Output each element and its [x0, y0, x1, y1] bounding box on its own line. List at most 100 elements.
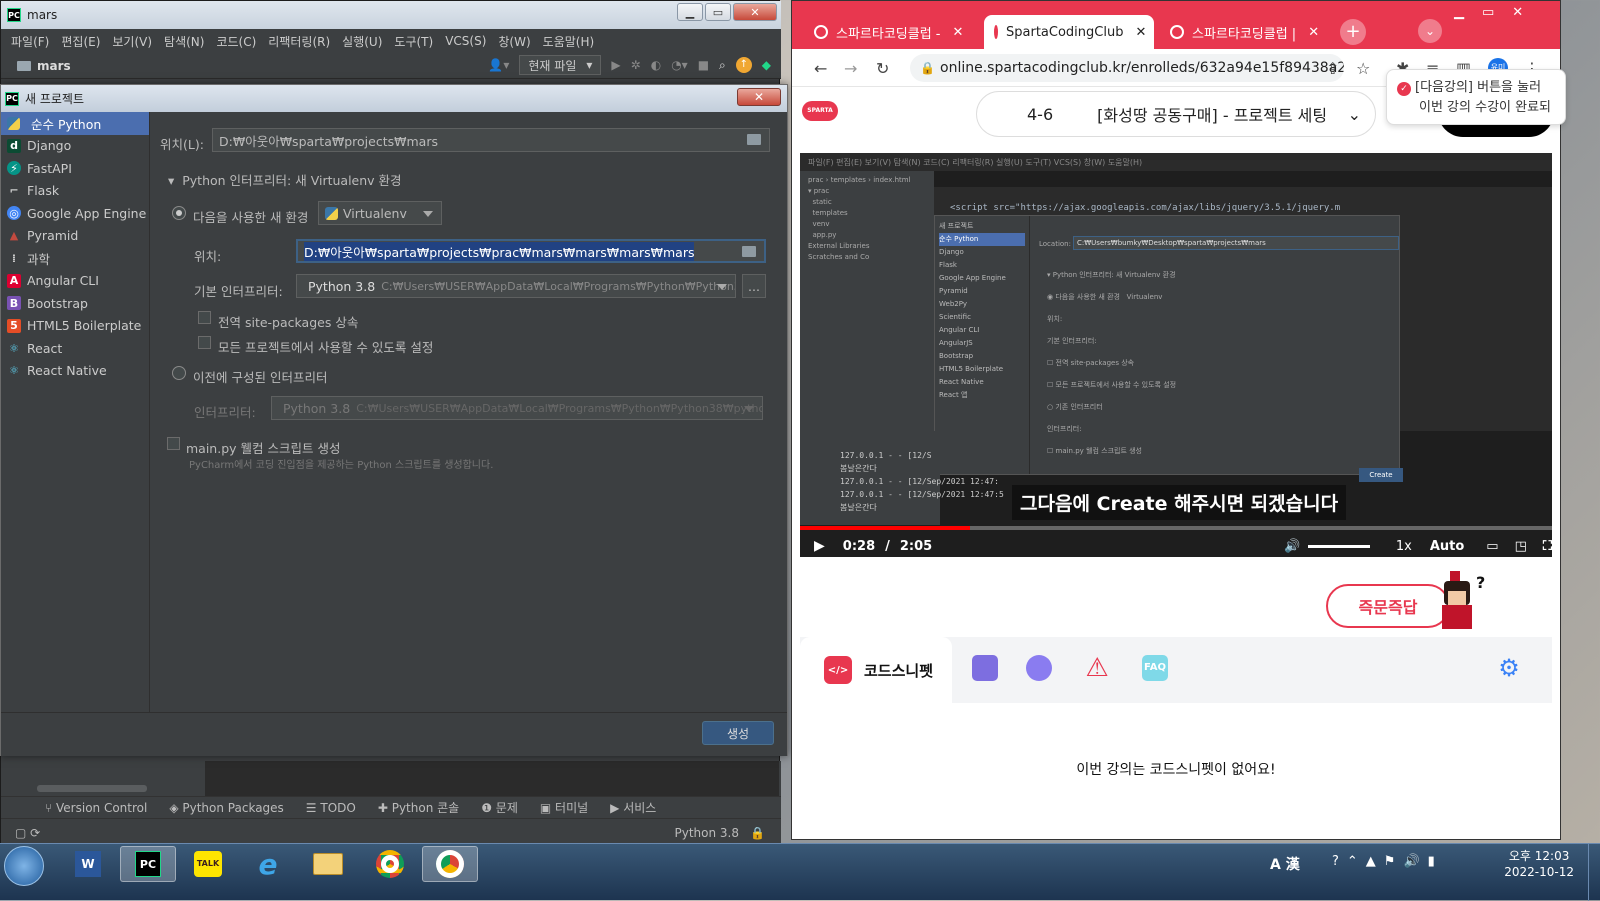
volume-slider[interactable] [1308, 544, 1370, 548]
project-breadcrumb[interactable]: mars [37, 59, 71, 73]
taskbar-chrome-icon[interactable] [362, 846, 418, 882]
project-type-scientific[interactable]: ⁞ 과학 [1, 247, 149, 270]
menu-tools[interactable]: 도구(T) [394, 33, 433, 50]
tool-terminal[interactable]: ▣ 터미널 [540, 799, 588, 816]
menu-file[interactable]: 파일(F) [11, 33, 49, 50]
pip-icon[interactable]: ◳ [1515, 539, 1527, 554]
project-type-pyramid[interactable]: ▲ Pyramid [1, 225, 149, 248]
interpreter-section-toggle[interactable]: ▾ Python 인터프리터: 새 Virtualenv 환경 [168, 170, 402, 189]
taskbar-explorer-icon[interactable] [300, 846, 356, 882]
project-type-flask[interactable]: ⌐ Flask [1, 180, 149, 203]
horizontal-scrollbar[interactable] [37, 785, 147, 792]
menu-refactor[interactable]: 리팩터링(R) [268, 33, 330, 50]
update-icon[interactable]: ↑ [735, 57, 752, 73]
lock-icon[interactable]: 🔒 [750, 826, 765, 840]
tool-python-console[interactable]: ✚ Python 콘솔 [378, 799, 459, 816]
tab-close-icon[interactable]: ✕ [1135, 25, 1146, 40]
new-env-radio[interactable] [172, 206, 186, 220]
tool-version-control[interactable]: ⑂ Version Control [45, 801, 147, 815]
run-icon[interactable]: ▶ [611, 58, 620, 72]
reload-icon[interactable]: ↻ [876, 59, 889, 78]
start-button-icon[interactable] [4, 846, 44, 886]
dialog-close-button[interactable]: ✕ [737, 88, 781, 106]
url-bar[interactable]: 🔒 online.spartacodingclub.kr/enrolleds/6… [910, 54, 1344, 82]
menu-navigate[interactable]: 탐색(N) [164, 33, 204, 50]
browser-tab-2[interactable]: SpartaCodingClub ✕ [984, 15, 1154, 49]
project-type-django[interactable]: d Django [1, 135, 149, 158]
stop-icon[interactable]: ■ [698, 58, 709, 72]
ask-question-button[interactable]: 즉문즉답 [1326, 584, 1450, 628]
interpreter-select[interactable]: Python 3.8 C:₩Users₩USER₩AppData₩Local₩Pr… [271, 396, 763, 420]
share-icon[interactable]: ⇪ [1326, 59, 1339, 78]
menu-window[interactable]: 창(W) [498, 33, 530, 50]
project-type-google-app-engine[interactable]: ◎ Google App Engine [1, 202, 149, 225]
tool-python-packages[interactable]: ◈ Python Packages [169, 801, 283, 815]
fullscreen-icon[interactable]: ⛶ [1543, 539, 1552, 554]
back-icon[interactable]: ← [814, 59, 827, 78]
user-icon[interactable]: 👤▾ [488, 58, 509, 72]
tab-search-icon[interactable]: ⌄ [1418, 19, 1442, 43]
browse-folder-icon[interactable] [747, 134, 761, 145]
interpreter-status[interactable]: Python 3.8 [675, 826, 740, 840]
tab-close-icon[interactable]: ✕ [1308, 25, 1319, 40]
taskbar-chrome-active-icon[interactable] [422, 846, 478, 882]
coverage-icon[interactable]: ◐ [651, 58, 661, 72]
debug-icon[interactable]: ✲ [631, 58, 641, 72]
system-tray-icons[interactable]: ?⌃▲⚑🔊▮ [1332, 854, 1443, 869]
create-button[interactable]: 생성 [702, 721, 774, 745]
taskbar-word-icon[interactable]: W [60, 846, 116, 882]
minimize-button[interactable]: ▁ [677, 3, 703, 21]
lecture-video[interactable]: 파일(F) 편집(E) 보기(V) 탐색(N) 코드(C) 리팩터링(R) 실행… [800, 153, 1552, 557]
sparta-logo[interactable]: SPARTA [802, 101, 838, 121]
menu-help[interactable]: 도움말(H) [543, 33, 595, 50]
project-type-html5-boilerplate[interactable]: 5 HTML5 Boilerplate [1, 315, 149, 338]
settings-gear-icon[interactable]: ⚙ [1496, 655, 1522, 681]
video-progress-bar[interactable] [800, 526, 1552, 530]
search-icon[interactable]: ⌕ [719, 58, 726, 73]
speed-button[interactable]: 1x [1396, 539, 1412, 554]
project-type-bootstrap[interactable]: B Bootstrap [1, 292, 149, 315]
show-desktop-button[interactable] [1588, 844, 1600, 901]
system-clock[interactable]: 오후 12:03 2022-10-12 [1504, 848, 1574, 880]
close-button[interactable]: ✕ [733, 3, 777, 21]
project-type-pure-python[interactable]: 순수 Python [1, 112, 149, 135]
browse-interpreter-button[interactable]: ... [742, 274, 766, 298]
maximize-button[interactable]: ▭ [705, 3, 731, 21]
tab-code-snippet[interactable]: </> 코드스니펫 [800, 637, 952, 703]
faq-icon[interactable]: FAQ [1142, 655, 1168, 681]
pycharm-titlebar[interactable]: PC mars ▁ ▭ ✕ [1, 1, 781, 29]
taskbar-kakaotalk-icon[interactable]: TALK [180, 846, 236, 882]
captions-icon[interactable]: ▭ [1486, 539, 1498, 554]
warning-icon[interactable]: ⚠ [1084, 655, 1110, 681]
tool-services[interactable]: ▶ 서비스 [610, 799, 656, 816]
new-tab-icon[interactable]: + [1340, 19, 1366, 45]
tool-todo[interactable]: ☰ TODO [306, 801, 356, 815]
lecture-selector[interactable]: 4-6 [화성땅 공동구매] - 프로젝트 세팅 ⌄ [976, 91, 1376, 137]
browse-folder-icon[interactable] [742, 246, 756, 257]
menu-run[interactable]: 실행(U) [342, 33, 382, 50]
run-config-select[interactable]: 현재 파일 ▾ [519, 55, 602, 75]
menu-vcs[interactable]: VCS(S) [445, 34, 486, 48]
menu-edit[interactable]: 편집(E) [61, 33, 100, 50]
welcome-script-checkbox[interactable] [167, 437, 180, 450]
base-interpreter-select[interactable]: Python 3.8 C:₩Users₩USER₩AppData₩Local₩Pr… [296, 274, 736, 298]
taskbar-pycharm-icon[interactable]: PC [120, 846, 176, 882]
venv-location-input[interactable]: D:₩아웃아₩sparta₩projects₩prac₩mars₩mars₩ma… [296, 239, 766, 263]
window-controls[interactable]: ▁▭✕ [1454, 5, 1541, 20]
taskbar-ie-icon[interactable]: e [240, 846, 296, 882]
tool-problems[interactable]: ❶ 문제 [481, 799, 518, 816]
make-available-checkbox[interactable] [198, 336, 211, 349]
existing-interpreter-radio[interactable] [172, 366, 186, 380]
dialog-titlebar[interactable]: PC 새 프로젝트 ✕ [1, 85, 787, 112]
jetbrains-icon[interactable]: ◆ [762, 58, 771, 72]
ime-indicator[interactable]: A 漢 [1270, 854, 1300, 874]
inherit-site-packages-checkbox[interactable] [198, 311, 211, 324]
menu-view[interactable]: 보기(V) [112, 33, 152, 50]
location-input[interactable]: D:₩아웃아₩sparta₩projects₩mars [212, 128, 770, 152]
chat-bubble-icon[interactable] [1026, 655, 1052, 681]
tab-close-icon[interactable]: ✕ [953, 25, 964, 40]
volume-icon[interactable]: 🔊 [1284, 539, 1300, 554]
bookmark-star-icon[interactable]: ☆ [1356, 59, 1370, 78]
checklist-icon[interactable] [972, 655, 998, 681]
menu-code[interactable]: 코드(C) [216, 33, 256, 50]
